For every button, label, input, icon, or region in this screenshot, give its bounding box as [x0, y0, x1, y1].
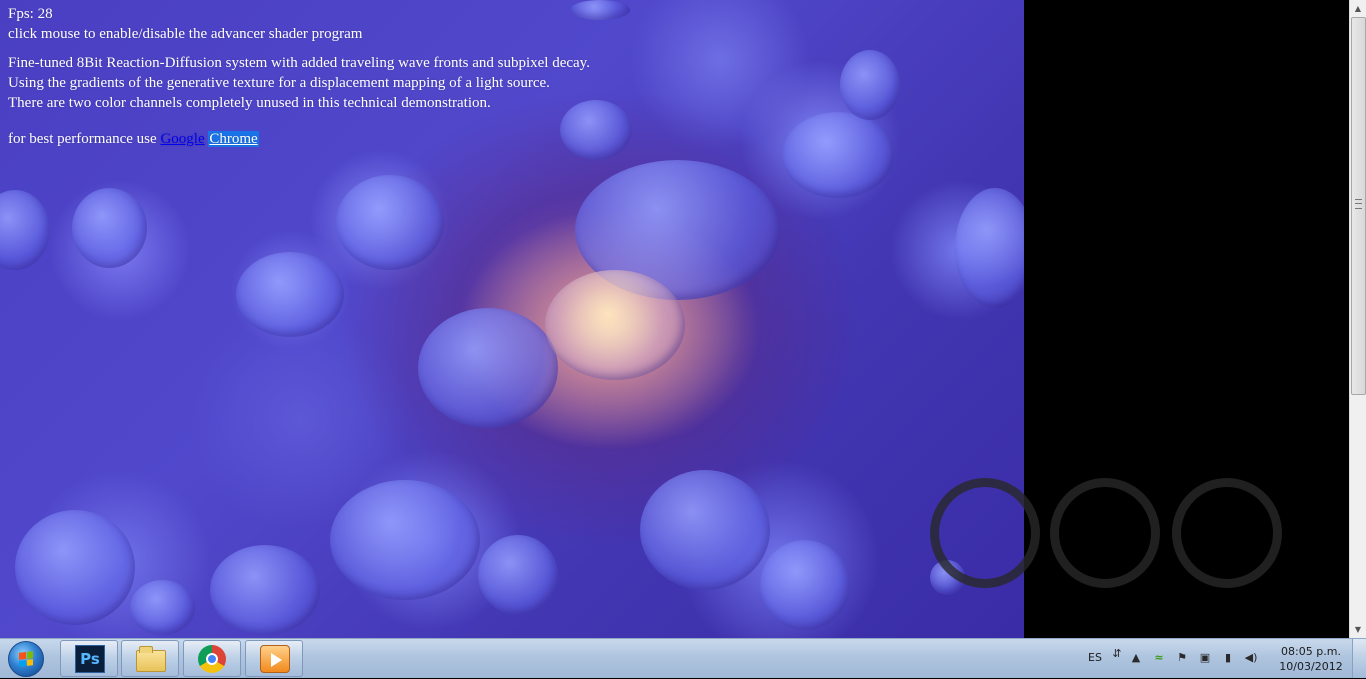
language-indicator[interactable]: ES — [1088, 651, 1102, 664]
performance-note: for best performance use Google Chrome — [8, 129, 590, 149]
browser-viewport: Fps: 28 click mouse to enable/disable th… — [0, 0, 1366, 638]
volume-icon[interactable]: ◀) — [1244, 651, 1258, 665]
cell-blob — [130, 580, 195, 635]
reaction-diffusion-canvas[interactable]: Fps: 28 click mouse to enable/disable th… — [0, 0, 1024, 638]
scroll-thumb[interactable] — [1351, 17, 1366, 395]
network-icon[interactable]: ▣ — [1198, 651, 1212, 665]
cell-blob — [336, 175, 444, 270]
media-player-icon — [260, 645, 290, 673]
cell-blob — [15, 510, 135, 625]
input-settings-icon[interactable]: ⇵ — [1110, 647, 1124, 661]
description-line-2: Using the gradients of the generative te… — [8, 75, 550, 91]
cell-blob — [236, 252, 344, 337]
scroll-down-arrow-icon[interactable]: ▼ — [1350, 621, 1366, 638]
overlay-text: Fps: 28 click mouse to enable/disable th… — [8, 4, 590, 149]
clock-date: 10/03/2012 — [1279, 660, 1343, 673]
taskbar-app-photoshop[interactable]: Ps — [60, 640, 118, 677]
vertical-scrollbar[interactable]: ▲ ▼ — [1349, 0, 1366, 638]
start-button[interactable] — [8, 641, 44, 677]
battery-icon[interactable]: ▮ — [1221, 651, 1235, 665]
description-line-3: There are two color channels completely … — [8, 95, 491, 111]
windows-logo-icon — [19, 651, 33, 667]
grip-icon — [1355, 199, 1362, 209]
cell-blob — [640, 470, 770, 590]
clock[interactable]: 08:05 p.m. 10/03/2012 — [1274, 644, 1348, 674]
decorative-ring — [1172, 478, 1282, 588]
cell-blob — [330, 480, 480, 600]
cell-blob — [760, 540, 850, 630]
show-hidden-icons-icon[interactable]: ▲ — [1129, 651, 1143, 665]
taskbar-app-media-player[interactable] — [245, 640, 303, 677]
cell-blob — [955, 188, 1024, 308]
chrome-link[interactable]: Chrome — [208, 131, 259, 147]
cell-blob — [478, 535, 558, 615]
description-line-1: Fine-tuned 8Bit Reaction-Diffusion syste… — [8, 55, 590, 71]
cell-blob — [0, 190, 50, 270]
decorative-ring — [930, 478, 1040, 588]
cell-blob — [840, 50, 900, 120]
clock-time: 08:05 p.m. — [1281, 645, 1341, 658]
taskbar-app-explorer[interactable] — [121, 640, 179, 677]
taskbar-app-chrome[interactable] — [183, 640, 241, 677]
cell-blob — [72, 188, 147, 268]
taskbar: Ps ES ⇵ ▲ ≈ ⚑ ▣ ▮ ◀) 08:05 p.m. 10/03/20… — [0, 638, 1366, 678]
show-desktop-button[interactable] — [1352, 639, 1366, 678]
instruction-text: click mouse to enable/disable the advanc… — [8, 26, 363, 42]
cell-blob — [782, 112, 894, 198]
photoshop-icon: Ps — [75, 645, 105, 673]
folder-icon — [136, 646, 166, 672]
action-center-flag-icon[interactable]: ⚑ — [1175, 651, 1189, 665]
decorative-ring — [1050, 478, 1160, 588]
scroll-up-arrow-icon[interactable]: ▲ — [1350, 0, 1366, 17]
cell-blob — [418, 308, 558, 428]
fps-counter: Fps: 28 — [8, 6, 53, 22]
network-app-icon[interactable]: ≈ — [1152, 651, 1166, 665]
chrome-icon — [198, 645, 226, 673]
google-link[interactable]: Google — [160, 131, 204, 147]
cell-blob — [210, 545, 320, 635]
lit-cell — [545, 270, 685, 380]
performance-prefix: for best performance use — [8, 131, 161, 147]
